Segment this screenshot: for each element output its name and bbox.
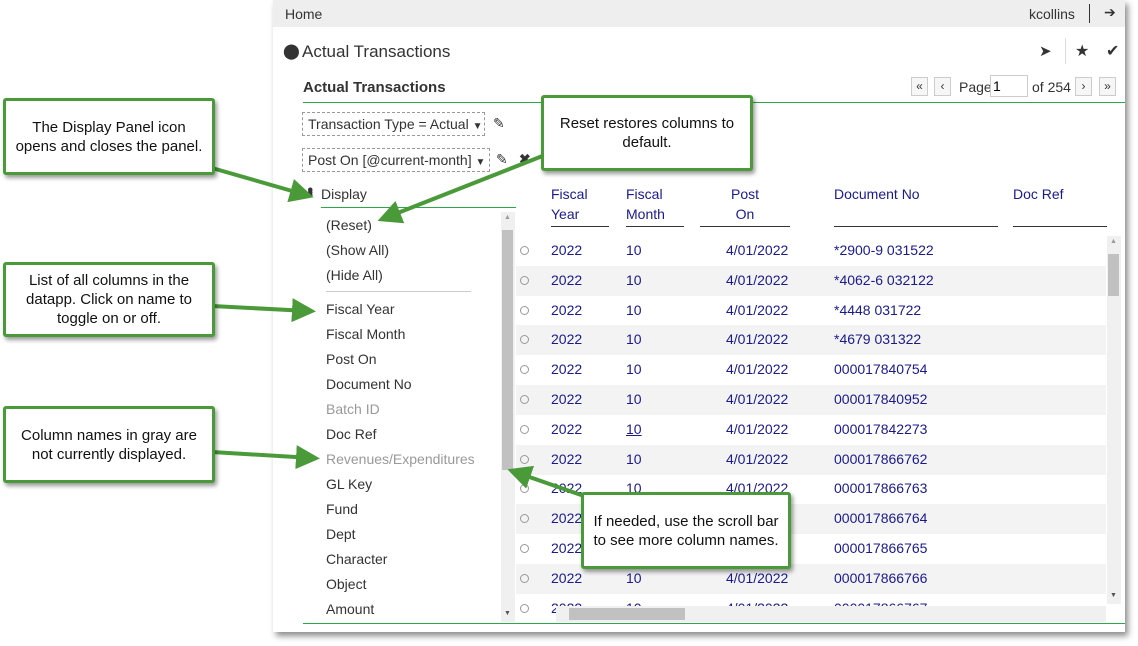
arrow bbox=[377, 153, 546, 224]
arrow bbox=[211, 445, 320, 470]
callout-reset: Reset restores columns to default. bbox=[541, 95, 753, 171]
callout-display-panel: The Display Panel icon opens and closes … bbox=[3, 98, 215, 175]
callout-gray-columns: Column names in gray are not currently d… bbox=[3, 406, 215, 483]
arrow bbox=[507, 465, 585, 498]
arrow bbox=[211, 298, 316, 323]
arrow bbox=[211, 166, 314, 203]
callout-column-list: List of all columns in the datapp. Click… bbox=[3, 262, 215, 337]
callout-scroll-bar: If needed, use the scroll bar to see mor… bbox=[581, 492, 791, 569]
